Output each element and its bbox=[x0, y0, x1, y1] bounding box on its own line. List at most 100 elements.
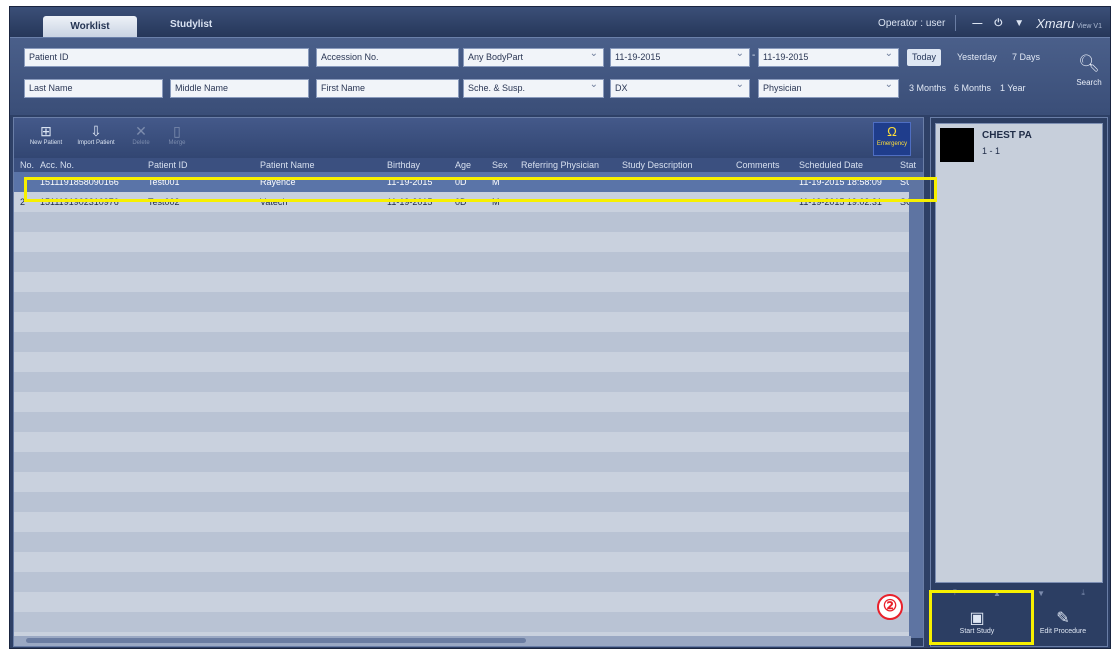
empty-row[interactable] bbox=[14, 532, 911, 552]
empty-row[interactable] bbox=[14, 352, 911, 372]
first-name-field[interactable]: First Name bbox=[316, 79, 459, 98]
cell-ref bbox=[521, 172, 617, 192]
quick-1year[interactable]: 1 Year bbox=[995, 80, 1031, 97]
last-name-field[interactable]: Last Name bbox=[24, 79, 163, 98]
scroll-up-icon[interactable]: ▲ bbox=[993, 589, 1001, 598]
procedure-item[interactable]: CHEST PA 1 - 1 bbox=[940, 128, 1100, 166]
merge-button[interactable]: ▯ Merge bbox=[162, 122, 192, 146]
app-window: Worklist Studylist Operator : user — ⏻ ▼… bbox=[9, 6, 1111, 649]
cell-pid: Test001 bbox=[148, 177, 180, 187]
col-comments[interactable]: Comments bbox=[736, 158, 792, 172]
cell-age: 0D bbox=[455, 197, 467, 207]
col-acc-no[interactable]: Acc. No. bbox=[40, 158, 135, 172]
cell-birthday: 11-19-2015 bbox=[387, 197, 433, 207]
procedure-panel: CHEST PA 1 - 1 ⤒ ▲ ▼ ⤓ ▣ Start Study ✎ E… bbox=[930, 117, 1108, 647]
new-patient-icon: ⊞ bbox=[40, 123, 52, 139]
empty-row[interactable] bbox=[14, 572, 911, 592]
empty-row[interactable] bbox=[14, 332, 911, 352]
empty-row[interactable] bbox=[14, 612, 911, 632]
modality-select[interactable]: DX bbox=[610, 76, 750, 98]
delete-button[interactable]: ✕ Delete bbox=[126, 122, 156, 146]
quick-6months[interactable]: 6 Months bbox=[949, 80, 996, 97]
horizontal-scroll-thumb[interactable] bbox=[26, 638, 526, 643]
empty-row[interactable] bbox=[14, 372, 911, 392]
empty-row[interactable] bbox=[14, 272, 911, 292]
scroll-bottom-icon[interactable]: ⤓ bbox=[1081, 588, 1085, 598]
quick-7days[interactable]: 7 Days bbox=[1007, 49, 1045, 66]
import-csv-icon: ⇩ bbox=[90, 123, 102, 139]
bodypart-select[interactable]: Any BodyPart bbox=[463, 45, 604, 67]
empty-row[interactable] bbox=[14, 492, 911, 512]
empty-row[interactable] bbox=[14, 432, 911, 452]
power-icon[interactable]: ⏻ bbox=[994, 18, 1002, 29]
quick-yesterday[interactable]: Yesterday bbox=[952, 49, 1002, 66]
cell-sex: M bbox=[492, 177, 500, 187]
edit-procedure-button[interactable]: ✎ Edit Procedure bbox=[1021, 602, 1105, 644]
import-patient-label: Import Patient bbox=[77, 140, 115, 146]
empty-row[interactable] bbox=[14, 312, 911, 332]
start-study-button[interactable]: ▣ Start Study bbox=[935, 602, 1019, 644]
step-number-badge: ② bbox=[877, 594, 903, 620]
cell-no bbox=[20, 172, 38, 192]
tab-worklist[interactable]: Worklist bbox=[43, 16, 137, 37]
col-referring-physician[interactable]: Referring Physician bbox=[521, 158, 617, 172]
empty-row[interactable] bbox=[14, 292, 911, 312]
worklist-toolbar: ⊞ New Patient ⇩ Import Patient ✕ Delete … bbox=[14, 118, 923, 158]
col-age[interactable]: Age bbox=[455, 158, 483, 172]
scroll-top-icon[interactable]: ⤒ bbox=[953, 588, 957, 598]
col-sex[interactable]: Sex bbox=[492, 158, 516, 172]
col-status[interactable]: Status bbox=[900, 158, 916, 172]
empty-row[interactable] bbox=[14, 472, 911, 492]
vertical-scrollbar[interactable] bbox=[909, 172, 923, 638]
col-scheduled-date[interactable]: Scheduled Date bbox=[799, 158, 889, 172]
worklist-rows: 1511191858090166 Test001 Rayence 11-19-2015… bbox=[14, 172, 911, 638]
new-patient-button[interactable]: ⊞ New Patient bbox=[26, 122, 66, 146]
horizontal-scrollbar[interactable] bbox=[14, 636, 911, 646]
middle-name-field[interactable]: Middle Name bbox=[170, 79, 309, 98]
empty-row[interactable] bbox=[14, 452, 911, 472]
quick-today[interactable]: Today bbox=[907, 49, 942, 66]
minimize-icon[interactable]: — bbox=[972, 18, 982, 29]
separator bbox=[955, 15, 957, 31]
table-row[interactable]: 2 1511191902310976 Test002 Vatech 11-19-2015… bbox=[14, 192, 911, 212]
top-right-area: Operator : user — ⏻ ▼ Xmaru View V1 bbox=[878, 15, 1102, 31]
quick-3months[interactable]: 3 Months bbox=[904, 80, 951, 97]
patient-id-field[interactable]: Patient ID bbox=[24, 48, 309, 67]
table-row[interactable]: 1511191858090166 Test001 Rayence 11-19-2015… bbox=[14, 172, 911, 192]
physician-select[interactable]: Physician bbox=[758, 76, 899, 98]
cell-sex: M bbox=[492, 197, 500, 207]
cell-sched: 11-19-2015 18:58:09 bbox=[799, 177, 882, 187]
empty-row[interactable] bbox=[14, 412, 911, 432]
empty-row[interactable] bbox=[14, 592, 911, 612]
col-patient-id[interactable]: Patient ID bbox=[148, 158, 248, 172]
scroll-down-icon[interactable]: ▼ bbox=[1037, 589, 1045, 598]
col-study-description[interactable]: Study Description bbox=[622, 158, 727, 172]
empty-row[interactable] bbox=[14, 552, 911, 572]
empty-row[interactable] bbox=[14, 232, 911, 252]
col-birthday[interactable]: Birthday bbox=[387, 158, 449, 172]
menu-dropdown-icon[interactable]: ▼ bbox=[1014, 18, 1024, 29]
tab-studylist[interactable]: Studylist bbox=[170, 14, 240, 35]
empty-row[interactable] bbox=[14, 512, 911, 532]
start-study-icon: ▣ bbox=[969, 610, 985, 627]
col-no[interactable]: No. bbox=[20, 158, 38, 172]
procedure-count: 1 - 1 bbox=[982, 146, 1001, 156]
cell-acc: 1511191858090166 bbox=[40, 177, 119, 187]
status-filter-select[interactable]: Sche. & Susp. bbox=[463, 76, 604, 98]
date-from-select[interactable]: 11-19-2015 bbox=[610, 45, 750, 67]
empty-row[interactable] bbox=[14, 212, 911, 232]
accession-no-field[interactable]: Accession No. bbox=[316, 48, 459, 67]
col-patient-name[interactable]: Patient Name bbox=[260, 158, 370, 172]
cell-ref bbox=[521, 192, 617, 212]
date-to-select[interactable]: 11-19-2015 bbox=[758, 45, 899, 67]
cell-comments bbox=[736, 192, 792, 212]
cell-birthday: 11-19-2015 bbox=[387, 177, 433, 187]
emergency-label: Emergency bbox=[876, 141, 908, 147]
start-study-label: Start Study bbox=[959, 628, 995, 635]
empty-row[interactable] bbox=[14, 392, 911, 412]
search-button[interactable]: 🔍︎ Search bbox=[1072, 48, 1106, 106]
emergency-button[interactable]: Ω Emergency bbox=[873, 122, 911, 156]
import-patient-button[interactable]: ⇩ Import Patient bbox=[72, 122, 120, 146]
empty-row[interactable] bbox=[14, 252, 911, 272]
brand-suffix: View V1 bbox=[1076, 22, 1102, 30]
